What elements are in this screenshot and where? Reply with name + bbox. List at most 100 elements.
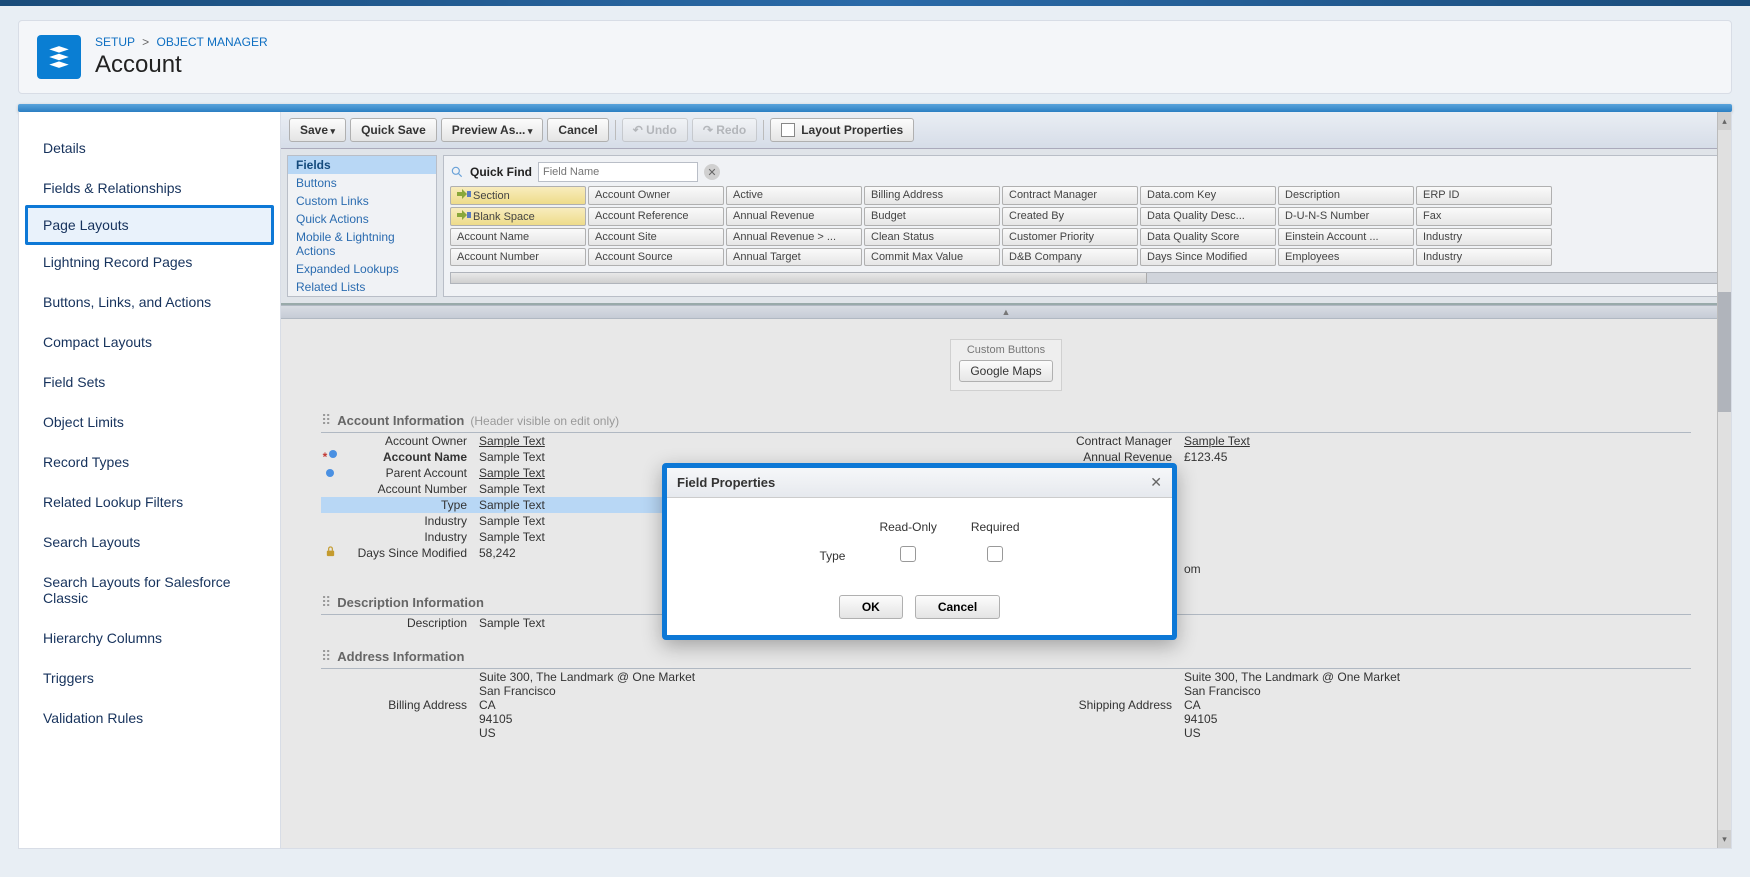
required-column-header: Required bbox=[955, 520, 1036, 540]
field-chip-customer-priority[interactable]: Customer Priority bbox=[1002, 228, 1138, 246]
sidebar-item-lightning-record-pages[interactable]: Lightning Record Pages bbox=[19, 242, 280, 282]
field-chip-data-quality-desc-[interactable]: Data Quality Desc... bbox=[1140, 207, 1276, 226]
save-button[interactable]: Save bbox=[289, 118, 346, 142]
field-chip-created-by[interactable]: Created By bbox=[1002, 207, 1138, 226]
layout-properties-button[interactable]: Layout Properties bbox=[770, 118, 914, 142]
field-label: Account Owner bbox=[339, 434, 479, 448]
field-row-shipping-address[interactable]: Shipping AddressSuite 300, The Landmark … bbox=[1026, 669, 1691, 741]
field-chip-d-u-n-s-number[interactable]: D-U-N-S Number bbox=[1278, 207, 1414, 226]
field-chip-einstein-account-[interactable]: Einstein Account ... bbox=[1278, 228, 1414, 246]
quick-find-clear-icon[interactable]: ✕ bbox=[704, 164, 720, 180]
drag-handle-icon[interactable]: ⠿ bbox=[321, 648, 331, 665]
controlling-field-icon bbox=[329, 450, 337, 458]
palette-nav-fields[interactable]: Fields bbox=[288, 156, 436, 174]
sidebar-item-hierarchy-columns[interactable]: Hierarchy Columns bbox=[19, 618, 280, 658]
sidebar-item-search-layouts[interactable]: Search Layouts bbox=[19, 522, 280, 562]
field-chip-account-number[interactable]: Account Number bbox=[450, 248, 586, 266]
sidebar-item-search-layouts-for-salesforce-classic[interactable]: Search Layouts for Salesforce Classic bbox=[19, 562, 280, 618]
sidebar-item-triggers[interactable]: Triggers bbox=[19, 658, 280, 698]
scroll-up-icon[interactable]: ▴ bbox=[1718, 112, 1731, 130]
field-chip-budget[interactable]: Budget bbox=[864, 207, 1000, 226]
field-chip-annual-target[interactable]: Annual Target bbox=[726, 248, 862, 266]
scrollbar-thumb[interactable] bbox=[1718, 292, 1731, 412]
field-chip-employees[interactable]: Employees bbox=[1278, 248, 1414, 266]
sidebar-item-record-types[interactable]: Record Types bbox=[19, 442, 280, 482]
breadcrumb-setup[interactable]: SETUP bbox=[95, 35, 135, 49]
undo-button[interactable]: ↶ Undo bbox=[622, 118, 688, 142]
quick-find-input[interactable] bbox=[538, 162, 698, 182]
field-chip-data-quality-score[interactable]: Data Quality Score bbox=[1140, 228, 1276, 246]
field-label: Type bbox=[803, 542, 861, 569]
custom-buttons-label: Custom Buttons bbox=[959, 344, 1052, 356]
top-decor-band bbox=[0, 0, 1750, 6]
field-value: Sample Text bbox=[479, 466, 545, 480]
sidebar-item-details[interactable]: Details bbox=[19, 128, 280, 168]
palette-nav-custom-links[interactable]: Custom Links bbox=[288, 192, 436, 210]
readonly-checkbox[interactable] bbox=[900, 546, 916, 562]
field-row-contract-manager[interactable]: Contract ManagerSample Text bbox=[1026, 433, 1691, 449]
preview-as-button[interactable]: Preview As... bbox=[441, 118, 544, 142]
sidebar-item-page-layouts[interactable]: Page Layouts bbox=[25, 205, 274, 245]
close-icon[interactable]: ✕ bbox=[1150, 474, 1162, 491]
readonly-column-header: Read-Only bbox=[863, 520, 952, 540]
field-chip-account-owner[interactable]: Account Owner bbox=[588, 186, 724, 205]
scrollbar-thumb[interactable] bbox=[451, 273, 1147, 283]
sidebar-item-validation-rules[interactable]: Validation Rules bbox=[19, 698, 280, 738]
sidebar-item-buttons-links-and-actions[interactable]: Buttons, Links, and Actions bbox=[19, 282, 280, 322]
field-row-billing-address[interactable]: Billing AddressSuite 300, The Landmark @… bbox=[321, 669, 986, 741]
palette-nav-expanded-lookups[interactable]: Expanded Lookups bbox=[288, 260, 436, 278]
palette-horizontal-scrollbar[interactable] bbox=[450, 272, 1718, 284]
field-chip-clean-status[interactable]: Clean Status bbox=[864, 228, 1000, 246]
object-icon bbox=[37, 35, 81, 79]
ok-button[interactable]: OK bbox=[839, 595, 903, 619]
field-chip-contract-manager[interactable]: Contract Manager bbox=[1002, 186, 1138, 205]
drag-handle-icon[interactable]: ⠿ bbox=[321, 594, 331, 611]
sidebar: DetailsFields & RelationshipsPage Layout… bbox=[19, 112, 281, 848]
field-chip-active[interactable]: Active bbox=[726, 186, 862, 205]
field-chip-account-site[interactable]: Account Site bbox=[588, 228, 724, 246]
palette-collapse-handle[interactable]: ▲ bbox=[281, 305, 1731, 319]
field-chip-industry[interactable]: Industry bbox=[1416, 228, 1552, 246]
cancel-button[interactable]: Cancel bbox=[547, 118, 608, 142]
required-checkbox[interactable] bbox=[987, 546, 1003, 562]
field-chip-section[interactable]: Section bbox=[450, 186, 586, 205]
field-chip-d-b-company[interactable]: D&B Company bbox=[1002, 248, 1138, 266]
sidebar-item-compact-layouts[interactable]: Compact Layouts bbox=[19, 322, 280, 362]
scroll-down-icon[interactable]: ▾ bbox=[1718, 830, 1731, 848]
field-chip-commit-max-value[interactable]: Commit Max Value bbox=[864, 248, 1000, 266]
field-chip-account-source[interactable]: Account Source bbox=[588, 248, 724, 266]
field-chip-account-name[interactable]: Account Name bbox=[450, 228, 586, 246]
field-palette: FieldsButtonsCustom LinksQuick ActionsMo… bbox=[281, 149, 1731, 305]
field-chip-billing-address[interactable]: Billing Address bbox=[864, 186, 1000, 205]
field-chip-days-since-modified[interactable]: Days Since Modified bbox=[1140, 248, 1276, 266]
quick-save-button[interactable]: Quick Save bbox=[350, 118, 437, 142]
field-chip-account-reference[interactable]: Account Reference bbox=[588, 207, 724, 226]
field-chip-erp-id[interactable]: ERP ID bbox=[1416, 186, 1552, 205]
field-value: Sample Text bbox=[479, 450, 545, 464]
palette-nav-quick-actions[interactable]: Quick Actions bbox=[288, 210, 436, 228]
field-chip-blank-space[interactable]: Blank Space bbox=[450, 207, 586, 226]
sidebar-item-object-limits[interactable]: Object Limits bbox=[19, 402, 280, 442]
field-chip-description[interactable]: Description bbox=[1278, 186, 1414, 205]
palette-nav-related-lists[interactable]: Related Lists bbox=[288, 278, 436, 296]
field-chip-annual-revenue-[interactable]: Annual Revenue > ... bbox=[726, 228, 862, 246]
redo-button[interactable]: ↷ Redo bbox=[692, 118, 757, 142]
field-chip-annual-revenue[interactable]: Annual Revenue bbox=[726, 207, 862, 226]
vertical-scrollbar[interactable]: ▴ ▾ bbox=[1717, 112, 1731, 848]
drag-handle-icon[interactable]: ⠿ bbox=[321, 412, 331, 429]
palette-nav-mobile-lightning-actions[interactable]: Mobile & Lightning Actions bbox=[288, 228, 436, 260]
breadcrumb-object-manager[interactable]: OBJECT MANAGER bbox=[157, 35, 268, 49]
palette-nav-buttons[interactable]: Buttons bbox=[288, 174, 436, 192]
field-chip-data-com-key[interactable]: Data.com Key bbox=[1140, 186, 1276, 205]
field-row-account-owner[interactable]: Account OwnerSample Text bbox=[321, 433, 986, 449]
field-chip-fax[interactable]: Fax bbox=[1416, 207, 1552, 226]
custom-buttons-container: Custom Buttons Google Maps bbox=[950, 339, 1061, 391]
sidebar-item-related-lookup-filters[interactable]: Related Lookup Filters bbox=[19, 482, 280, 522]
field-chip-industry[interactable]: Industry bbox=[1416, 248, 1552, 266]
cancel-button[interactable]: Cancel bbox=[915, 595, 1000, 619]
field-value: Suite 300, The Landmark @ One MarketSan … bbox=[1184, 670, 1400, 740]
custom-button-google-maps[interactable]: Google Maps bbox=[959, 360, 1052, 382]
sidebar-item-fields-relationships[interactable]: Fields & Relationships bbox=[19, 168, 280, 208]
sidebar-item-field-sets[interactable]: Field Sets bbox=[19, 362, 280, 402]
dialog-title: Field Properties bbox=[677, 475, 775, 490]
